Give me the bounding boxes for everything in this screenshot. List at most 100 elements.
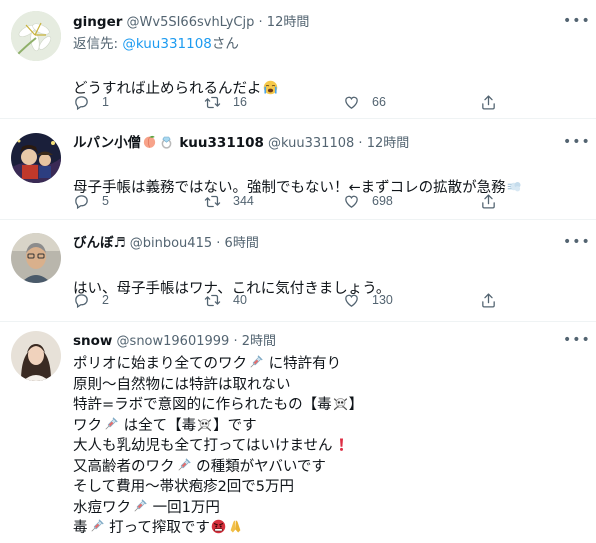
retweet-count: 16 bbox=[233, 95, 247, 109]
more-icon[interactable]: ••• bbox=[563, 14, 590, 34]
reply-prefix: 返信先: bbox=[73, 36, 123, 52]
display-name[interactable]: ginger bbox=[73, 14, 122, 30]
tweet-text-segment: 特許=ラボで意図的に作られたもの【毒 bbox=[73, 397, 332, 413]
share-icon bbox=[480, 193, 497, 210]
tweet-text-line: 又高齢者のワク の種類がヤバいです bbox=[73, 457, 576, 478]
timestamp[interactable]: 12時間 bbox=[267, 15, 310, 30]
tweet-text-segment: 】です bbox=[213, 417, 257, 434]
syringe-icon bbox=[176, 458, 191, 473]
display-name[interactable]: snow bbox=[73, 333, 112, 349]
reply-icon bbox=[73, 292, 90, 309]
syringe-icon bbox=[132, 499, 147, 514]
tweet-text-segment: の種類がヤバいです bbox=[191, 458, 326, 475]
tweet-text-segment: 打って搾取です bbox=[104, 520, 210, 536]
like-icon bbox=[343, 94, 360, 111]
tweet-text-segment: 毒 bbox=[73, 520, 88, 536]
tweet-text-line: そして費用〜帯状疱疹2回で5万円 bbox=[73, 477, 576, 498]
share-button[interactable] bbox=[480, 191, 509, 211]
more-icon[interactable]: ••• bbox=[563, 135, 590, 155]
like-button[interactable]: 66 bbox=[343, 92, 386, 112]
tweet-text-segment: 】 bbox=[348, 397, 364, 413]
timestamp[interactable]: 6時間 bbox=[225, 236, 259, 251]
retweet-button[interactable]: 40 bbox=[204, 290, 247, 310]
tweet-actions: 1 16 66 bbox=[73, 92, 503, 112]
timestamp[interactable]: 12時間 bbox=[367, 136, 410, 151]
more-icon[interactable]: ••• bbox=[563, 333, 590, 353]
user-handle[interactable]: @snow19601999 bbox=[117, 334, 230, 349]
reply-icon bbox=[73, 193, 90, 210]
tweet-binbou[interactable]: びんぼ♬ @binbou415 · 6時間 ••• はい、母子手帳はワナ、これに… bbox=[0, 220, 596, 322]
avatar[interactable] bbox=[11, 11, 61, 61]
more-icon[interactable]: ••• bbox=[563, 235, 590, 255]
retweet-button[interactable]: 16 bbox=[204, 92, 247, 112]
like-count: 130 bbox=[372, 293, 393, 307]
like-button[interactable]: 130 bbox=[343, 290, 393, 310]
tweet-header: びんぼ♬ @binbou415 · 6時間 bbox=[73, 233, 556, 253]
share-icon bbox=[480, 94, 497, 111]
timestamp[interactable]: 2時間 bbox=[242, 334, 276, 349]
user-handle[interactable]: @kuu331108 bbox=[268, 136, 354, 151]
like-count: 66 bbox=[372, 95, 386, 109]
tweet-text-segment: ワク bbox=[73, 417, 102, 434]
peach-icon bbox=[142, 134, 157, 149]
reply-button[interactable]: 5 bbox=[73, 191, 109, 211]
reply-button[interactable]: 2 bbox=[73, 290, 109, 310]
user-handle[interactable]: @Wv5SI66svhLyCjp bbox=[127, 15, 255, 30]
retweet-button[interactable]: 344 bbox=[204, 191, 254, 211]
tweet-text-line: 大人も乳幼児も全て打ってはいけません bbox=[73, 436, 576, 457]
share-button[interactable] bbox=[480, 92, 509, 112]
folded-hands-icon bbox=[228, 519, 243, 534]
reply-mention-link[interactable]: @kuu331108 bbox=[122, 36, 212, 52]
tweet-text-line: 毒 打って搾取です bbox=[73, 518, 576, 539]
tweet-text-segment: 大人も乳幼児も全て打ってはいけません bbox=[73, 438, 333, 454]
skull-icon bbox=[333, 396, 348, 411]
like-count: 698 bbox=[372, 194, 393, 208]
like-icon bbox=[343, 292, 360, 309]
reply-count: 5 bbox=[102, 194, 109, 208]
angry-face-icon bbox=[211, 519, 226, 534]
display-name-suffix[interactable]: kuu331108 bbox=[179, 135, 264, 151]
display-name[interactable]: びんぼ♬ bbox=[73, 235, 126, 251]
tweet-text-segment: ポリオに始まり全てのワク bbox=[73, 356, 247, 372]
like-icon bbox=[343, 193, 360, 210]
tweet-text-segment: 水痘ワク bbox=[73, 499, 131, 516]
separator-dot: · bbox=[358, 136, 363, 151]
syringe-icon bbox=[89, 519, 104, 534]
tweet-ginger[interactable]: ginger @Wv5SI66svhLyCjp · 12時間 ••• 返信先: … bbox=[0, 0, 596, 119]
avatar[interactable] bbox=[11, 331, 61, 381]
retweet-icon bbox=[204, 292, 221, 309]
tweet-text-line: ワク は全て【毒 】です bbox=[73, 416, 576, 437]
tweet-text-segment: に特許有り bbox=[264, 356, 342, 372]
retweet-count: 40 bbox=[233, 293, 247, 307]
tweet-text-line: ポリオに始まり全てのワク に特許有り bbox=[73, 354, 576, 375]
avatar[interactable] bbox=[11, 133, 61, 183]
tweet-text-segment: そして費用〜帯状疱疹2回で5万円 bbox=[73, 479, 295, 495]
tweet-header: snow @snow19601999 · 2時間 bbox=[73, 331, 556, 351]
like-button[interactable]: 698 bbox=[343, 191, 393, 211]
avatar[interactable] bbox=[11, 233, 61, 283]
tweet-actions: 2 40 130 bbox=[73, 290, 503, 310]
reply-context: 返信先: @kuu331108さん bbox=[73, 34, 239, 54]
skull-icon bbox=[197, 417, 212, 432]
tweet-text-segment: 又高齢者のワク bbox=[73, 458, 175, 475]
share-button[interactable] bbox=[480, 290, 509, 310]
exclamation-icon bbox=[334, 437, 349, 452]
reply-suffix: さん bbox=[211, 36, 239, 52]
tweet-snow[interactable]: snow @snow19601999 · 2時間 ••• ポリオに始まり全てのワ… bbox=[0, 322, 596, 543]
tweet-header: ginger @Wv5SI66svhLyCjp · 12時間 bbox=[73, 12, 556, 32]
tweet-lupin[interactable]: ルパン小僧 kuu331108 @kuu331108 · 12時間 ••• 母子… bbox=[0, 119, 596, 220]
tweet-text-segment: 一回1万円 bbox=[148, 499, 220, 516]
tweet-text-line: 水痘ワク 一回1万円 bbox=[73, 498, 576, 519]
tweet-text-segment: は全て【毒 bbox=[119, 417, 197, 434]
user-handle[interactable]: @binbou415 bbox=[130, 236, 212, 251]
tweet-text-segment: 原則〜自然物には特許は取れない bbox=[73, 376, 291, 393]
reply-count: 1 bbox=[102, 95, 109, 109]
ring-icon bbox=[159, 134, 174, 149]
reply-button[interactable]: 1 bbox=[73, 92, 109, 112]
tweet-text-line: 特許=ラボで意図的に作られたもの【毒】 bbox=[73, 395, 576, 416]
tweet-text: ポリオに始まり全てのワク に特許有り 原則〜自然物には特許は取れない 特許=ラボで意… bbox=[73, 354, 576, 539]
separator-dot: · bbox=[258, 15, 263, 30]
display-name[interactable]: ルパン小僧 bbox=[73, 135, 141, 151]
tweet-actions: 5 344 698 bbox=[73, 191, 503, 211]
share-icon bbox=[480, 292, 497, 309]
